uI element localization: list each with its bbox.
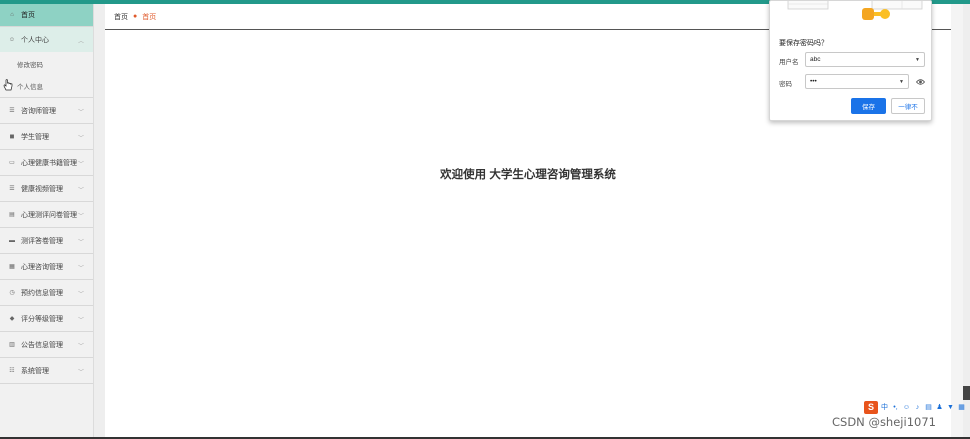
sidebar-item-student[interactable]: ◼ 学生管理 ﹀ — [0, 124, 93, 150]
sidebar-subitem-label: 修改密码 — [17, 61, 43, 69]
ime-toolbar: S 中 •, ☺ ♪ ▤ ♟ ▼ ▦ — [864, 400, 970, 414]
settings-icon: ☷ — [9, 368, 15, 374]
ime-emoji-icon[interactable]: ☺ — [902, 402, 911, 412]
star-icon: ◆ — [9, 316, 15, 322]
welcome-heading: 欢迎使用 大学生心理咨询管理系统 — [440, 169, 616, 181]
card-icon: ▬ — [9, 237, 15, 244]
sidebar-item-label: 健康视频管理 — [21, 185, 63, 193]
sidebar-item-label: 个人中心 — [21, 36, 49, 44]
sidebar-subitem-change-password[interactable]: 修改密码 — [0, 52, 93, 75]
sidebar-item-label: 首页 — [21, 12, 35, 19]
save-password-button[interactable]: 保存 — [851, 98, 886, 114]
book-icon: ▭ — [9, 160, 15, 166]
sidebar-item-home[interactable]: ⌂ 首页 — [0, 4, 93, 27]
scroll-handle[interactable] — [963, 386, 970, 400]
chart-icon: ▥ — [9, 342, 15, 348]
sidebar-item-personal-center[interactable]: ☺ 个人中心 ︿ — [0, 27, 93, 52]
sidebar-item-system[interactable]: ☷ 系统管理 ﹀ — [0, 358, 93, 384]
chevron-down-icon: ﹀ — [77, 344, 84, 350]
sidebar-item-questionnaire[interactable]: ▤ 心理测评问卷管理 ﹀ — [0, 202, 93, 228]
sogou-logo-icon[interactable]: S — [864, 400, 878, 414]
chevron-down-icon: ﹀ — [77, 318, 84, 324]
ime-user-icon[interactable]: ♟ — [935, 402, 944, 412]
ime-menu-icon[interactable]: ▦ — [957, 402, 966, 412]
sidebar-item-ratings[interactable]: ◆ 评分等级管理 ﹀ — [0, 306, 93, 332]
home-icon: ⌂ — [10, 12, 14, 18]
breadcrumb-home-link[interactable]: 首页 — [114, 12, 128, 22]
sidebar-subitem-label: 个人信息 — [17, 84, 43, 91]
sidebar-item-counselor[interactable]: ☰ 咨询师管理 ﹀ — [0, 98, 93, 124]
sidebar-item-label: 公告信息管理 — [21, 341, 63, 349]
sidebar-item-label: 测评答卷管理 — [21, 237, 63, 245]
sidebar-item-answers[interactable]: ▬ 测评答卷管理 ﹀ — [0, 228, 93, 254]
breadcrumb-separator-icon: ● — [133, 13, 138, 20]
grid-icon: ▦ — [9, 264, 15, 270]
password-label: 密码 — [779, 81, 792, 88]
sidebar-item-consultation[interactable]: ▦ 心理咨询管理 ﹀ — [0, 254, 93, 280]
password-value: ••• — [810, 78, 817, 85]
chevron-down-icon: ﹀ — [77, 266, 84, 272]
chevron-down-icon: ﹀ — [77, 240, 84, 246]
username-select[interactable]: abc ▼ — [805, 52, 925, 67]
sidebar-item-videos[interactable]: ☰ 健康视频管理 ﹀ — [0, 176, 93, 202]
sidebar-item-appointments[interactable]: ◷ 预约信息管理 ﹀ — [0, 280, 93, 306]
video-list-icon: ☰ — [9, 186, 15, 192]
chevron-up-icon: ︿ — [77, 39, 84, 45]
chevron-down-icon: ﹀ — [77, 136, 84, 142]
chevron-down-icon: ﹀ — [77, 188, 84, 194]
sidebar-item-label: 评分等级管理 — [21, 315, 63, 323]
breadcrumb-current: 首页 — [142, 13, 157, 21]
dropdown-caret-icon: ▼ — [899, 79, 904, 85]
sidebar-item-announcements[interactable]: ▥ 公告信息管理 ﹀ — [0, 332, 93, 358]
dropdown-caret-icon: ▼ — [915, 57, 920, 63]
chevron-down-icon: ﹀ — [77, 110, 84, 116]
sidebar: ⌂ 首页 ☺ 个人中心 ︿ 修改密码 个人信息 ☰ 咨询师管理 ﹀ ◼ 学生管理… — [0, 4, 94, 437]
ime-punctuation-icon[interactable]: •, — [891, 402, 900, 412]
save-password-title: 要保存密码吗？ — [779, 40, 828, 47]
ime-skin-icon[interactable]: ▼ — [946, 402, 955, 412]
list-icon: ☰ — [9, 108, 15, 114]
calendar-icon: ◷ — [9, 290, 15, 296]
never-save-button[interactable]: 一律不 — [891, 98, 925, 114]
sidebar-subitem-personal-info[interactable]: 个人信息 — [0, 75, 93, 98]
username-label: 用户名 — [779, 59, 799, 66]
sidebar-item-label: 咨询师管理 — [21, 107, 56, 115]
csdn-watermark: CSDN @sheji1071 — [832, 415, 936, 429]
ime-chinese-mode-icon[interactable]: 中 — [880, 402, 889, 412]
chevron-down-icon: ﹀ — [77, 214, 84, 220]
vertical-scrollbar[interactable] — [951, 4, 963, 437]
sidebar-item-label: 学生管理 — [21, 133, 49, 141]
ime-voice-icon[interactable]: ♪ — [913, 402, 922, 412]
sidebar-item-books[interactable]: ▭ 心理健康书籍管理 ﹀ — [0, 150, 93, 176]
key-illustration-icon — [787, 1, 923, 20]
save-password-dialog: 要保存密码吗？ 用户名 abc ▼ 密码 ••• ▼ 保存 一律不 — [769, 0, 932, 121]
sidebar-item-label: 系统管理 — [21, 367, 49, 375]
user-icon: ☺ — [8, 36, 16, 43]
sidebar-item-label: 心理健康书籍管理 — [21, 159, 77, 167]
clipboard-icon: ▤ — [9, 212, 15, 218]
sidebar-item-label: 心理咨询管理 — [21, 263, 63, 271]
chevron-down-icon: ﹀ — [77, 162, 84, 168]
chevron-down-icon: ﹀ — [77, 292, 84, 298]
sidebar-item-label: 预约信息管理 — [21, 289, 63, 297]
username-value: abc — [810, 56, 821, 63]
student-icon: ◼ — [9, 134, 15, 140]
eye-icon[interactable] — [916, 78, 925, 86]
password-select[interactable]: ••• ▼ — [805, 74, 909, 89]
ime-keyboard-icon[interactable]: ▤ — [924, 402, 933, 412]
chevron-down-icon: ﹀ — [77, 370, 84, 376]
sidebar-item-label: 心理测评问卷管理 — [21, 211, 77, 219]
hand-cursor-icon — [3, 79, 13, 91]
